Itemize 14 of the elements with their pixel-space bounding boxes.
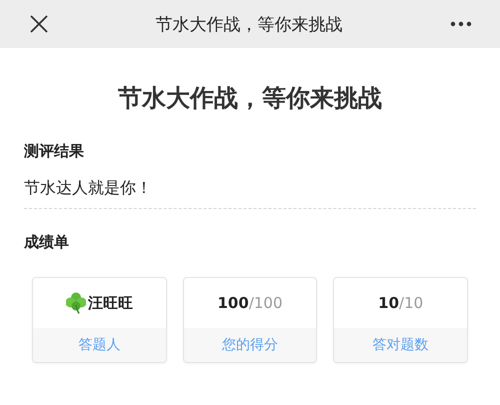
result-text: 节水达人就是你！: [24, 176, 476, 209]
page-title: 节水大作战，等你来挑战: [117, 83, 383, 114]
section-heading: 成绩单: [24, 232, 70, 253]
nav-title: 节水大作战，等你来挑战: [156, 14, 342, 36]
score-value: 10/10: [378, 294, 424, 312]
clover-icon: [66, 292, 86, 314]
more-icon[interactable]: [450, 21, 472, 27]
section-heading: 测评结果: [24, 141, 85, 162]
card-label: 答题人: [33, 328, 166, 362]
card-label: 答对题数: [334, 328, 468, 362]
close-icon[interactable]: [30, 15, 48, 33]
respondent-name: 汪旺旺: [88, 294, 133, 312]
score-value: 100/100: [218, 294, 282, 312]
card-label: 您的得分: [184, 328, 316, 362]
